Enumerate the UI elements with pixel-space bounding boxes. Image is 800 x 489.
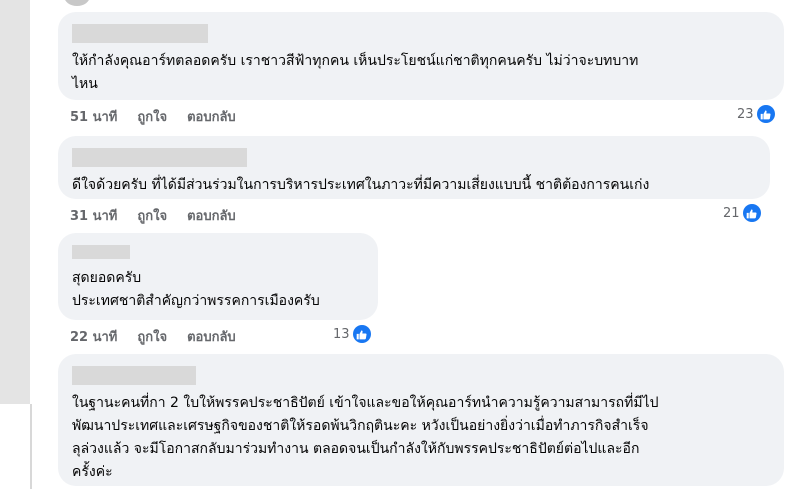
reaction-number: 13 — [333, 326, 350, 342]
commenter-name-redacted[interactable] — [72, 366, 196, 385]
like-button[interactable]: ถูกใจ — [137, 106, 167, 127]
reply-button[interactable]: ตอบกลับ — [187, 326, 236, 347]
comment-actions: 51 นาที ถูกใจ ตอบกลับ — [70, 106, 236, 127]
comment-bubble: ให้กำลังคุณอาร์ทตลอดครับ เราชาวสีฟ้าทุกค… — [58, 12, 784, 100]
like-button[interactable]: ถูกใจ — [137, 205, 167, 226]
comment-time[interactable]: 22 นาที — [70, 326, 117, 347]
comment-text: ในฐานะคนที่กา 2 ใบให้พรรคประชาธิปัตย์ เข… — [72, 395, 659, 480]
comment-bubble: สุดยอดครับ ประเทศชาติสำคัญกว่าพรรคการเมื… — [58, 233, 378, 320]
reaction-count[interactable]: 21 — [723, 204, 761, 222]
comment-actions: 31 นาที ถูกใจ ตอบกลับ — [70, 205, 236, 226]
commenter-name-redacted[interactable] — [72, 24, 208, 43]
avatar[interactable] — [64, 0, 90, 6]
comment-bubble: ดีใจด้วยครับ ที่ได้มีส่วนร่วมในการบริหาร… — [58, 136, 770, 199]
reaction-number: 21 — [723, 205, 740, 221]
comment-text: สุดยอดครับ ประเทศชาติสำคัญกว่าพรรคการเมื… — [72, 270, 320, 309]
comment-text: ให้กำลังคุณอาร์ทตลอดครับ เราชาวสีฟ้าทุกค… — [72, 53, 639, 92]
comment-text: ดีใจด้วยครับ ที่ได้มีส่วนร่วมในการบริหาร… — [72, 177, 650, 193]
thumbs-up-icon — [742, 204, 761, 222]
left-panel-strip — [0, 0, 30, 404]
thread-line — [30, 404, 32, 489]
comment-bubble: ในฐานะคนที่กา 2 ใบให้พรรคประชาธิปัตย์ เข… — [58, 354, 784, 486]
thumbs-up-icon — [756, 105, 775, 123]
reaction-number: 23 — [737, 106, 754, 122]
reply-button[interactable]: ตอบกลับ — [187, 106, 236, 127]
comment-time[interactable]: 51 นาที — [70, 106, 117, 127]
commenter-name-redacted[interactable] — [72, 148, 247, 167]
reply-button[interactable]: ตอบกลับ — [187, 205, 236, 226]
commenter-name-redacted[interactable] — [72, 245, 130, 259]
comment-time[interactable]: 31 นาที — [70, 205, 117, 226]
reaction-count[interactable]: 13 — [333, 325, 371, 343]
reaction-count[interactable]: 23 — [737, 105, 775, 123]
comment-actions: 22 นาที ถูกใจ ตอบกลับ — [70, 326, 236, 347]
thumbs-up-icon — [352, 325, 371, 343]
like-button[interactable]: ถูกใจ — [137, 326, 167, 347]
